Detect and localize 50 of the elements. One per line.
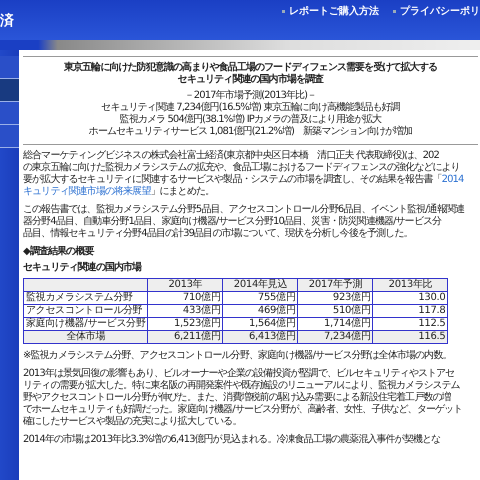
subtitle-line: －2017年市場予測(2013年比)－ (184, 90, 318, 102)
table-cell: 130.0 (372, 292, 448, 304)
table-cell: 469億円 (222, 304, 298, 318)
paragraph-line: 要が拡大するセキュリティに関連するサービスや製品・システムの市場を調査し、その結果を報告書「2014 (23, 174, 465, 186)
column-header: 2013年比 (372, 278, 448, 292)
subtitle-line: 監視カメラ 504億円(38.1%増) IPカメラの普及により用途が拡大 (118, 114, 382, 126)
table-cell: 7,234億円 (298, 330, 373, 344)
paragraph-line: 2013年は景気回復の影響もあり、ビルオーナーや企業の設備投資が堅調で、ビルセキュリティやストアセ (23, 368, 456, 380)
article-title: 東京五輪に向けた防犯意識の高まりや食品工場のフードディフェンス需要を受けて拡大する (62, 62, 438, 73)
paragraph-line: の東京五輪に向けた監視カメラシステムの拡充や、食品工場におけるフードディフェンスの強化などにより (23, 162, 461, 174)
report-link[interactable]: 2014 (442, 174, 464, 185)
table-cell: 923億円 (298, 292, 373, 304)
report-link[interactable]: キュリティ関連市場の将来展望 (23, 186, 150, 197)
table-cell: 6,413億円 (222, 330, 298, 344)
paragraph-line: 総合マーケティングビジネスの株式会社富士経済(東京都中央区日本橋 清口正夫 代表取締役)は、202 (23, 150, 440, 162)
table-cell: 710億円 (148, 292, 223, 304)
nav-link[interactable]: レポートご購入方法 (282, 4, 379, 18)
section-heading: ◆調査結果の概要 (23, 246, 95, 258)
paragraph-line: キュリティ関連市場の将来展望」にまとめた。 (23, 186, 216, 198)
table-cell: アクセスコントロール分野 (24, 304, 148, 318)
table-cell: 755億円 (222, 292, 298, 304)
table-cell: 監視カメラシステム分野 (24, 292, 148, 304)
paragraph-line: 確にしたサービスや製品の充実により拡大している。 (23, 416, 242, 428)
table-title: セキュリティ関連の国内市場 (23, 262, 143, 274)
table-cell: 117.8 (372, 304, 448, 318)
paragraph-line: 品目、情報セキュリティ分野4品目の計39品目の市場について、現状を分析し今後を予測した。 (23, 228, 414, 240)
sidebar-item[interactable] (0, 56, 19, 79)
sidebar-item[interactable] (0, 125, 19, 148)
table-cell: 510億円 (298, 304, 373, 318)
logo-text: 済 (0, 12, 14, 30)
table-cell: 6,211億円 (148, 330, 223, 344)
paragraph-line: 器分野4品目、自動車分野1品目、家庭向け機器/サービス分野10品目、災害・防災関連機器/サービス分 (23, 216, 442, 228)
column-header: 2013年 (148, 278, 223, 292)
column-header: 2017年予測 (298, 278, 373, 292)
sidebar-item[interactable] (0, 102, 19, 125)
sidebar-item[interactable] (0, 79, 19, 102)
paragraph-line: 野やアクセスコントロール分野が伸びた。また、消費増税前の駆け込み需要による新設住宅着工戸数の増 (23, 392, 452, 404)
table-cell: 116.5 (372, 330, 448, 344)
column-header: 2014年見込 (222, 278, 298, 292)
table-cell: 全体市場 (24, 330, 148, 344)
article-title: セキュリティ関連の国内市場を調査 (176, 74, 325, 86)
paragraph-line: でホームセキュリティも好調だった。家庭向け機器/サービス分野が、高齢者、女性、子供など、ターゲット (23, 404, 464, 416)
subtitle-line: セキュリティ関連 7,234億円(16.5%増) 東京五輪に向け高機能製品も好調 (100, 102, 401, 114)
subtitle-line: ホームセキュリティサービス 1,081億円(21.2%増) 新築マンション向けが増加 (88, 126, 414, 138)
paragraph-line: 2014年の市場は2013年比3.3%増の6,413億円が見込まれる。冷凍食品工場の農薬混入事件が契機とな (23, 434, 442, 446)
table-cell: 433億円 (148, 304, 223, 318)
table-note: ※監視カメラシステム分野、アクセスコントロール分野、家庭向け機器/サービス分野は全体市場の内数。 (23, 350, 453, 362)
paragraph-line: リティの需要が拡大した。特に東名阪の再開発案件や既存施設のリニューアルにより、監視カメラシステム (23, 380, 461, 392)
paragraph-line: この報告書では、監視カメラシステム分野5品目、アクセスコントロール分野6品目、イベント監視/通報関連 (23, 204, 466, 216)
nav-link[interactable]: プライバシーポリ (393, 4, 480, 18)
